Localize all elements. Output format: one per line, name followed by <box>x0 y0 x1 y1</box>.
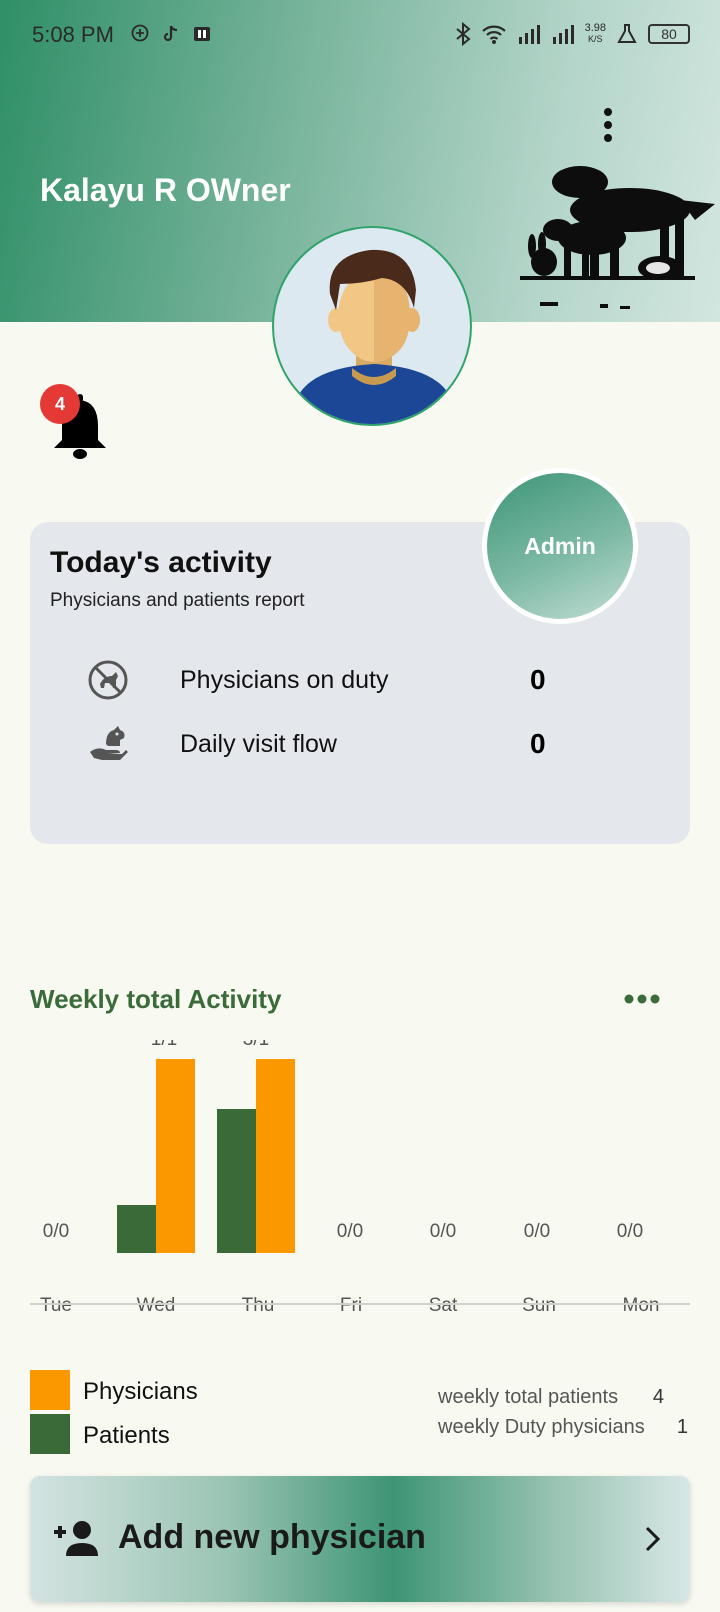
user-name: Kalayu R OWner <box>40 172 291 208</box>
speed-value: 3.98 <box>584 22 606 34</box>
bar-data-label: 0/0 <box>524 1221 550 1242</box>
weekly-total-patients: weekly total patients 4 <box>438 1386 688 1410</box>
bar-physicians <box>156 1059 195 1253</box>
activity-subtitle: Physicians and patients report <box>50 590 305 611</box>
legend-item-patients: Patients <box>30 1414 290 1454</box>
weekly-activity-title: Weekly total Activity <box>30 984 282 1014</box>
x-tick-label: Sat <box>429 1295 458 1316</box>
pets-silhouette-illustration <box>520 166 715 309</box>
x-tick-label: Fri <box>340 1295 362 1316</box>
x-tick-label: Tue <box>40 1295 72 1316</box>
bar-data-label: 0/0 <box>617 1221 643 1242</box>
bar-patients <box>217 1109 256 1253</box>
person-add-icon <box>54 1521 98 1556</box>
x-tick-label: Mon <box>623 1295 660 1316</box>
weekly-duty-physicians: weekly Duty physicians 1 <box>438 1416 688 1440</box>
wifi-icon <box>481 25 506 44</box>
notification-badge: 4 <box>40 384 80 424</box>
lab-flask-icon <box>617 24 637 43</box>
more-horiz-icon[interactable] <box>624 994 660 1004</box>
stat-label: Physicians on duty <box>180 666 389 694</box>
tiktok-icon <box>162 24 180 49</box>
add-new-physician-label: Add new physician <box>118 1518 426 1556</box>
signal-icon <box>552 25 574 44</box>
bar-data-label: 0/0 <box>430 1221 456 1242</box>
legend-label: Physicians <box>83 1378 198 1405</box>
stat-label: Daily visit flow <box>180 730 337 758</box>
legend-item-physicians: Physicians <box>30 1370 290 1410</box>
role-label: Admin <box>524 532 596 559</box>
stat-value: 0 <box>530 664 546 695</box>
bar-data-label: 3/1 <box>243 1040 269 1050</box>
battery-icon: 80 <box>648 24 690 44</box>
role-badge: Admin <box>482 468 638 624</box>
bar-data-label: 0/0 <box>337 1221 363 1242</box>
bar-data-label: 0/0 <box>43 1221 69 1242</box>
add-new-physician-button[interactable]: Add new physician <box>30 1476 690 1602</box>
chevron-right-icon <box>645 1526 661 1552</box>
stat-value: 0 <box>530 728 546 759</box>
pet-hand-icon <box>90 726 128 760</box>
x-tick-label: Sun <box>522 1295 556 1316</box>
user-avatar[interactable] <box>272 226 472 426</box>
app-icon <box>192 24 212 49</box>
weekly-total-patients-value: 4 <box>652 1386 664 1408</box>
weekly-duty-physicians-label: weekly Duty physicians <box>438 1416 645 1438</box>
speed-unit: K/S <box>588 34 603 44</box>
legend-label: Patients <box>83 1422 170 1449</box>
signal-icon <box>518 25 540 44</box>
location-chat-icon <box>130 24 150 49</box>
activity-title: Today's activity <box>50 546 272 579</box>
stat-row-physicians-on-duty: Physicians on duty 0 <box>86 658 546 704</box>
legend-swatch-physicians <box>30 1370 70 1410</box>
status-icons: 3.98 K/S 80 <box>455 22 690 46</box>
bar-patients <box>117 1205 156 1253</box>
status-time: 5:08 PM <box>32 22 114 47</box>
x-tick-label: Wed <box>137 1295 176 1316</box>
more-vert-icon[interactable] <box>596 108 620 148</box>
weekly-activity-chart: 0/0 Tue 1/1 Wed 3/1 Thu 0/0 Fri 0/0 Sat 0/0 Sun 0/0 M… <box>30 1040 690 1316</box>
x-tick-label: Thu <box>242 1295 275 1316</box>
stat-row-daily-visit-flow: Daily visit flow 0 <box>86 722 546 768</box>
weekly-duty-physicians-value: 1 <box>676 1416 688 1438</box>
bar-physicians <box>256 1059 295 1253</box>
weekly-total-patients-label: weekly total patients <box>438 1386 619 1408</box>
status-bar: 5:08 PM 3.98 K/S 80 <box>0 0 720 72</box>
bluetooth-icon <box>455 22 471 46</box>
bar-data-label: 1/1 <box>151 1040 177 1050</box>
network-speed: 3.98 K/S <box>585 23 606 45</box>
legend-swatch-patients <box>30 1414 70 1454</box>
no-pets-icon <box>88 660 128 700</box>
